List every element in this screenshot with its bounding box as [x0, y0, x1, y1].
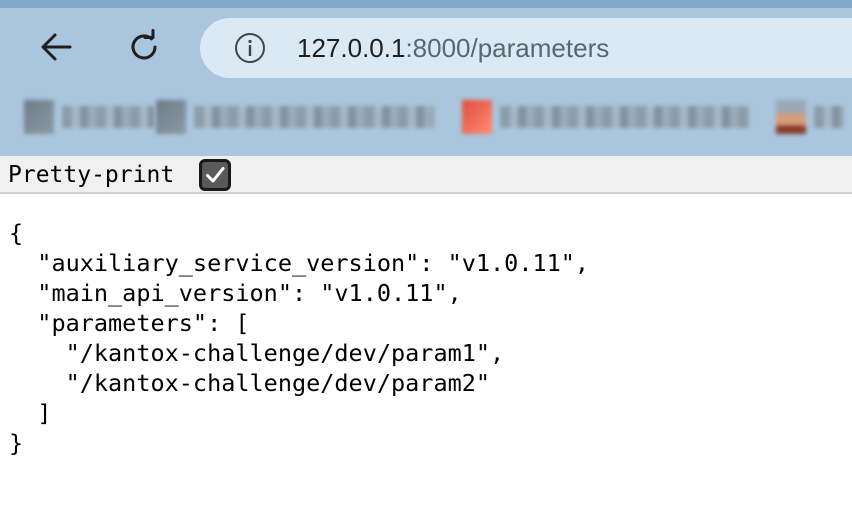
bookmark-item[interactable]	[776, 100, 844, 134]
bookmark-label-blurred	[500, 106, 750, 128]
pretty-print-checkbox[interactable]	[199, 159, 231, 191]
tab-strip-edge	[0, 0, 852, 8]
bookmark-favicon-icon	[24, 100, 54, 134]
bookmark-label-blurred	[62, 106, 154, 128]
json-line: ]	[9, 399, 52, 427]
url-path: :8000/parameters	[405, 33, 610, 63]
bookmarks-bar	[0, 92, 852, 144]
info-icon[interactable]	[234, 32, 266, 64]
bookmark-favicon-icon	[462, 100, 492, 134]
json-line: "main_api_version": "v1.0.11",	[9, 279, 462, 307]
bookmark-label-blurred	[194, 106, 434, 128]
back-button[interactable]	[31, 22, 81, 72]
bookmark-item[interactable]	[156, 100, 434, 134]
address-bar[interactable]: 127.0.0.1:8000/parameters	[200, 18, 852, 78]
bookmark-item[interactable]	[24, 100, 154, 134]
json-line: }	[9, 429, 24, 457]
page-content: Pretty-print { "auxiliary_service_versio…	[0, 156, 852, 526]
json-line: {	[9, 219, 24, 247]
browser-toolbar: 127.0.0.1:8000/parameters	[0, 0, 852, 156]
json-body: { "auxiliary_service_version": "v1.0.11"…	[9, 218, 589, 458]
url-host: 127.0.0.1	[297, 33, 406, 63]
back-arrow-icon	[41, 33, 72, 61]
reload-button[interactable]	[119, 22, 169, 72]
reload-icon	[131, 29, 157, 60]
json-line: "parameters": [	[9, 309, 250, 337]
json-line: "/kantox-challenge/dev/param2"	[9, 369, 491, 397]
url-text[interactable]: 127.0.0.1:8000/parameters	[297, 31, 609, 65]
pretty-print-bar: Pretty-print	[0, 156, 852, 194]
bookmark-item[interactable]	[462, 100, 750, 134]
bookmark-label-blurred	[814, 106, 844, 128]
json-line: "auxiliary_service_version": "v1.0.11",	[9, 249, 590, 277]
json-line: "/kantox-challenge/dev/param1",	[9, 339, 505, 367]
bookmark-favicon-icon	[776, 100, 806, 134]
checkmark-icon	[206, 167, 225, 183]
bookmark-favicon-icon	[156, 100, 186, 134]
pretty-print-label: Pretty-print	[8, 162, 175, 188]
